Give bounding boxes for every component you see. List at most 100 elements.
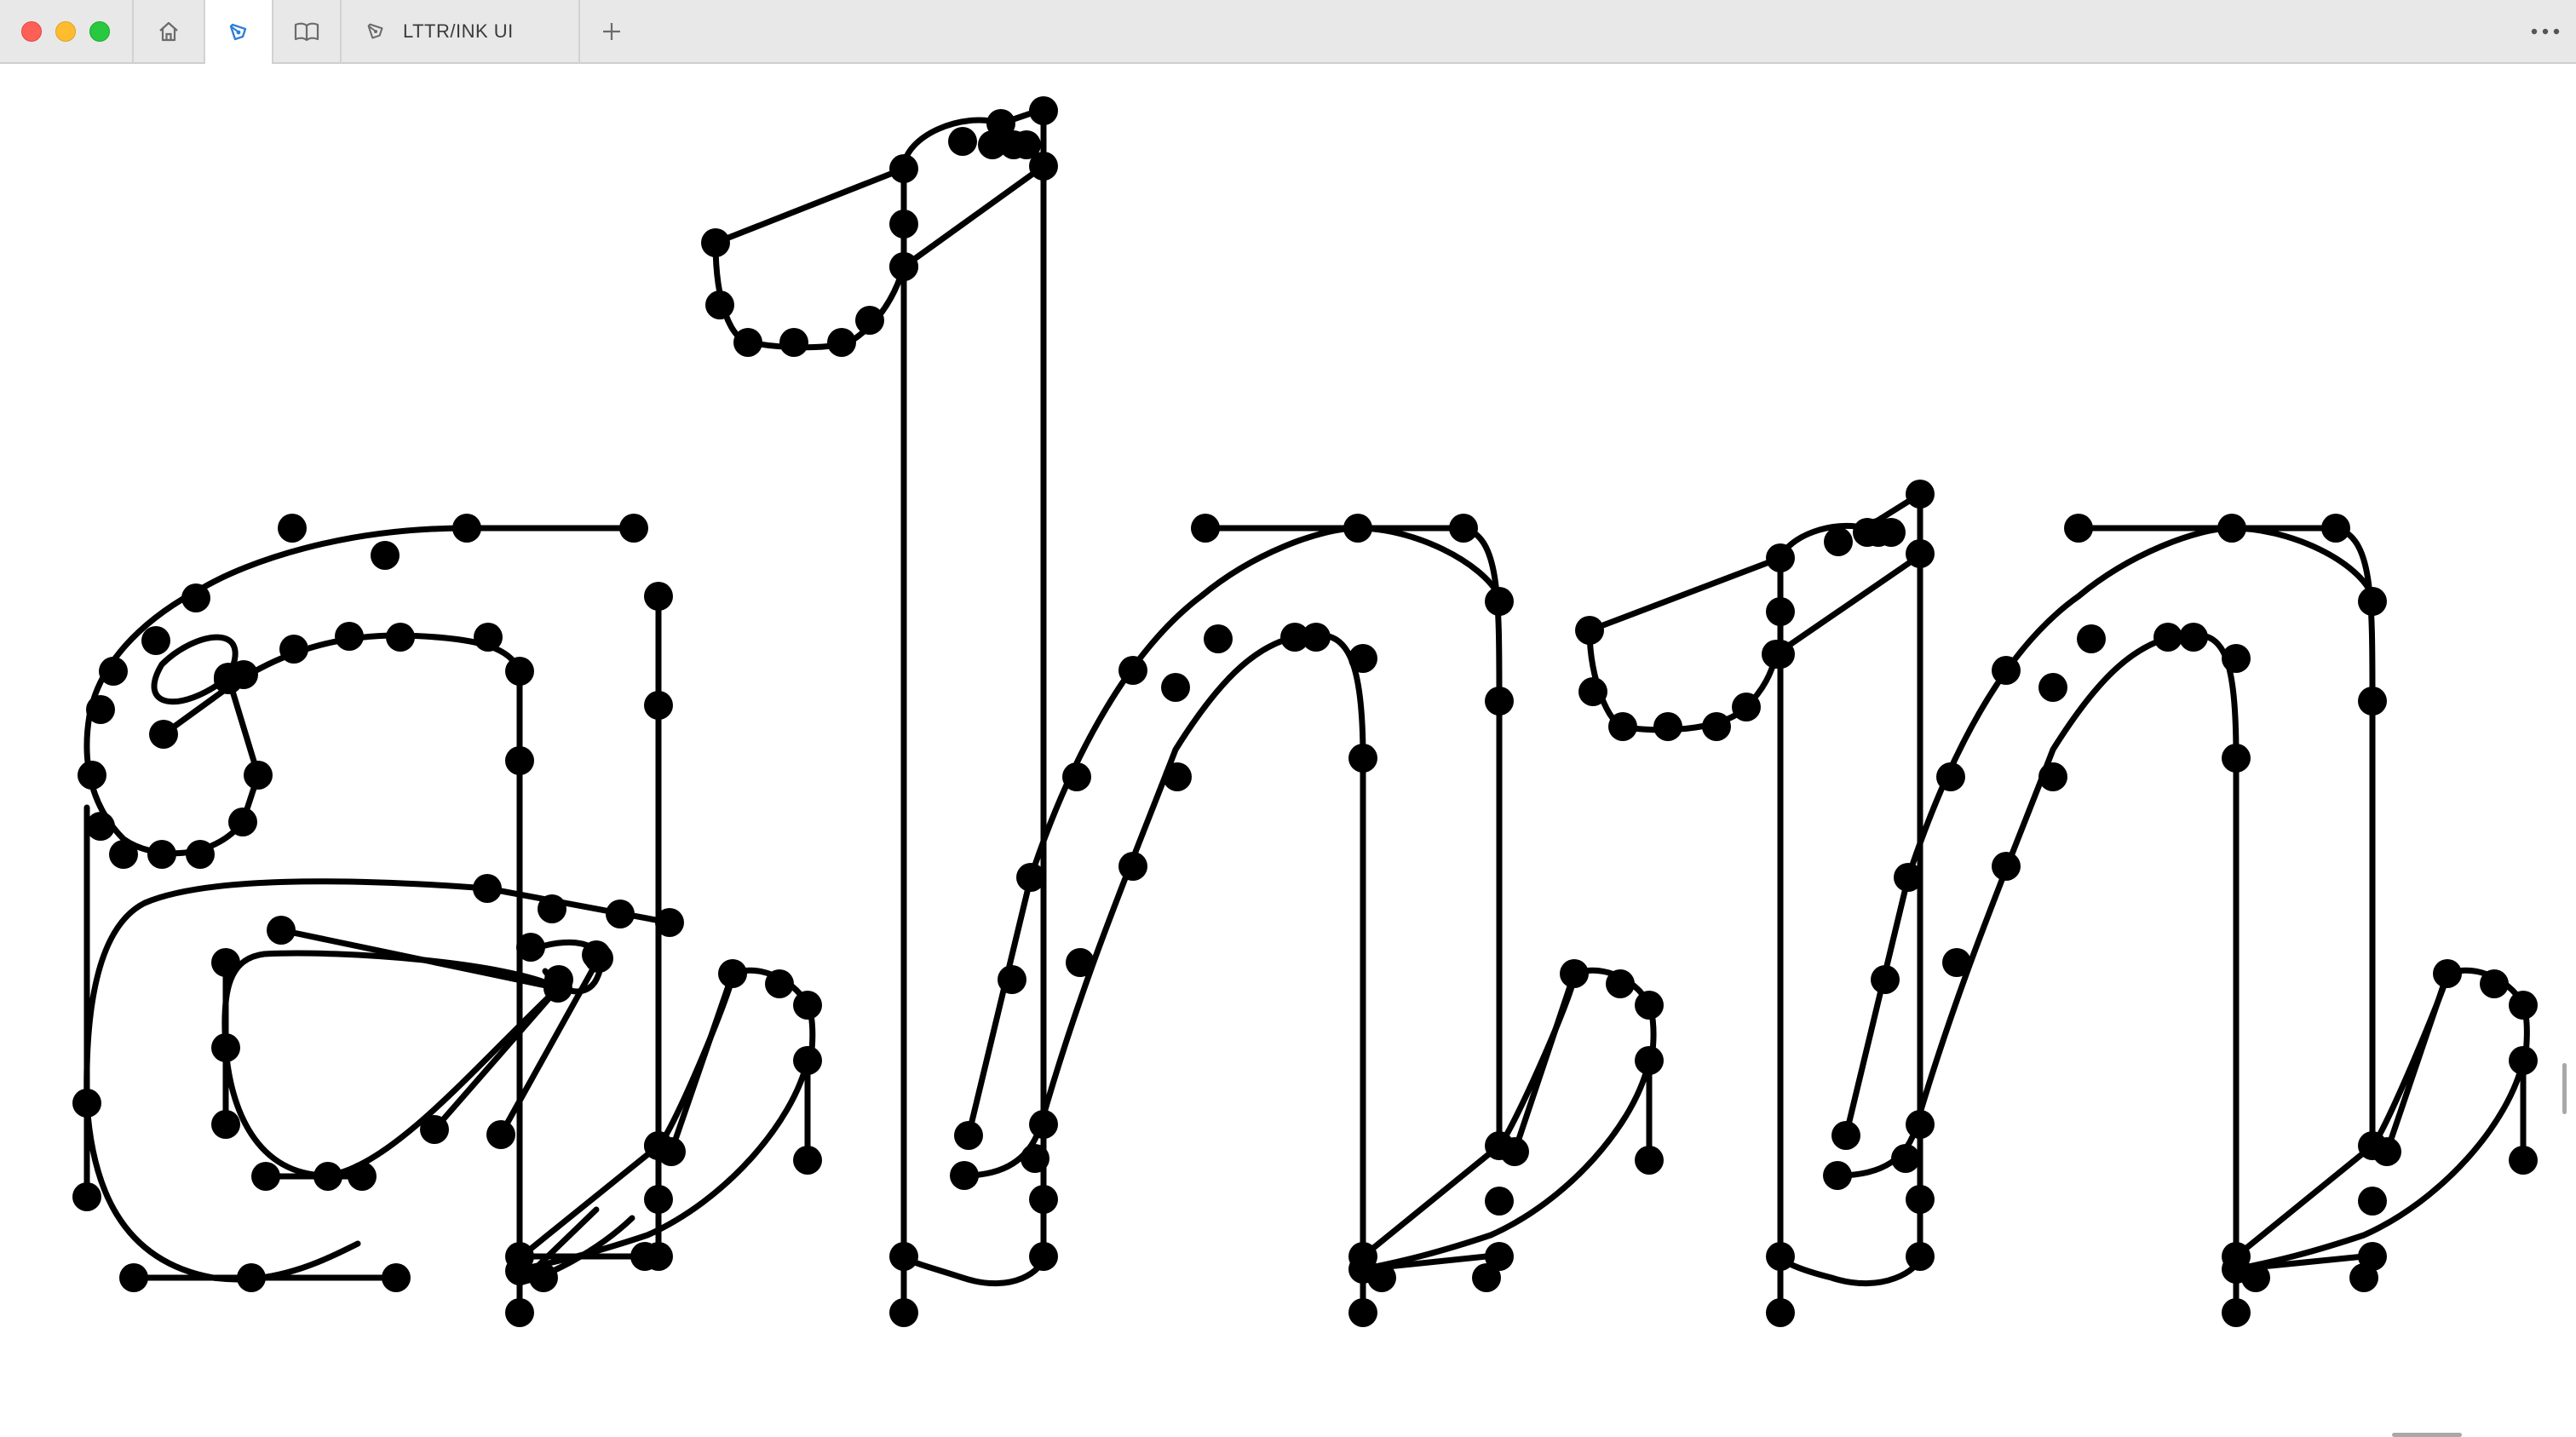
control-point[interactable]: [1877, 518, 1906, 547]
tab-document[interactable]: LTTR/INK UI: [342, 0, 578, 62]
control-point[interactable]: [655, 908, 684, 937]
glyph-editor-canvas[interactable]: [0, 64, 2576, 1437]
control-point[interactable]: [2077, 624, 2106, 653]
control-point[interactable]: [279, 635, 308, 664]
control-point[interactable]: [606, 900, 635, 928]
control-point[interactable]: [1906, 1185, 1935, 1214]
control-point[interactable]: [1992, 852, 2021, 881]
tab-home[interactable]: [134, 0, 204, 62]
control-point[interactable]: [386, 623, 415, 652]
control-point[interactable]: [486, 1120, 515, 1149]
control-point[interactable]: [1161, 673, 1190, 702]
tab-pen[interactable]: [205, 0, 272, 65]
control-point[interactable]: [1348, 744, 1377, 773]
horizontal-scrollbar[interactable]: [2392, 1433, 2462, 1437]
control-point[interactable]: [1871, 965, 1900, 994]
control-point[interactable]: [1766, 597, 1795, 626]
control-point[interactable]: [2358, 687, 2387, 716]
control-point[interactable]: [147, 840, 176, 869]
maximize-window-button[interactable]: [89, 21, 110, 42]
control-point[interactable]: [2372, 1137, 2401, 1166]
control-point[interactable]: [889, 252, 918, 281]
control-point[interactable]: [2509, 991, 2538, 1020]
minimize-window-button[interactable]: [55, 21, 76, 42]
control-point[interactable]: [1191, 514, 1220, 543]
glyph-outlines[interactable]: [0, 64, 2576, 1383]
control-point[interactable]: [1348, 644, 1377, 673]
more-options-button[interactable]: [2515, 0, 2576, 62]
control-point[interactable]: [2509, 1146, 2538, 1175]
control-point[interactable]: [2038, 673, 2067, 702]
control-point[interactable]: [1906, 1242, 1935, 1271]
control-point[interactable]: [86, 812, 115, 841]
control-point[interactable]: [1062, 762, 1091, 791]
control-point[interactable]: [1302, 623, 1331, 652]
control-point[interactable]: [251, 1162, 280, 1191]
control-point[interactable]: [237, 1263, 266, 1292]
control-point[interactable]: [1029, 1185, 1058, 1214]
control-point[interactable]: [950, 1161, 979, 1190]
control-point[interactable]: [1204, 624, 1233, 653]
control-point[interactable]: [1635, 991, 1664, 1020]
control-point[interactable]: [2349, 1263, 2378, 1292]
control-point[interactable]: [78, 761, 106, 790]
control-point[interactable]: [1766, 1298, 1795, 1327]
control-point[interactable]: [2358, 587, 2387, 616]
control-point[interactable]: [72, 1182, 101, 1211]
control-point[interactable]: [2038, 762, 2067, 791]
control-point[interactable]: [529, 1263, 558, 1292]
control-point[interactable]: [793, 991, 822, 1020]
control-point[interactable]: [1575, 616, 1604, 645]
control-point[interactable]: [452, 514, 481, 543]
tab-book[interactable]: [273, 0, 340, 62]
control-point[interactable]: [211, 1033, 240, 1062]
control-point[interactable]: [1906, 1110, 1935, 1139]
control-point[interactable]: [1702, 712, 1731, 741]
control-point[interactable]: [141, 626, 170, 655]
control-point[interactable]: [718, 959, 747, 988]
control-point[interactable]: [371, 541, 400, 570]
control-point[interactable]: [1936, 762, 1965, 791]
control-point[interactable]: [1066, 948, 1095, 977]
control-point[interactable]: [644, 1131, 673, 1160]
control-point[interactable]: [705, 290, 734, 319]
control-point[interactable]: [1606, 969, 1635, 998]
control-point[interactable]: [1635, 1146, 1664, 1175]
vertical-scrollbar[interactable]: [2562, 1063, 2567, 1114]
control-point[interactable]: [1029, 96, 1058, 125]
control-point[interactable]: [228, 808, 257, 836]
control-point[interactable]: [644, 1185, 673, 1214]
control-point[interactable]: [948, 127, 977, 156]
control-point[interactable]: [701, 228, 730, 257]
control-point[interactable]: [1766, 1242, 1795, 1271]
control-point[interactable]: [382, 1263, 411, 1292]
control-point[interactable]: [149, 720, 178, 749]
control-point[interactable]: [2222, 644, 2251, 673]
control-point[interactable]: [99, 657, 128, 686]
control-point[interactable]: [229, 660, 258, 689]
control-point[interactable]: [793, 1146, 822, 1175]
control-point[interactable]: [2179, 623, 2208, 652]
control-points[interactable]: [72, 96, 2538, 1327]
control-point[interactable]: [1118, 852, 1147, 881]
control-point[interactable]: [348, 1162, 377, 1191]
control-point[interactable]: [2480, 969, 2509, 998]
control-point[interactable]: [335, 622, 364, 651]
control-point[interactable]: [1906, 539, 1935, 568]
control-point[interactable]: [313, 1162, 342, 1191]
control-point[interactable]: [644, 582, 673, 611]
control-point[interactable]: [1608, 712, 1637, 741]
control-point[interactable]: [998, 965, 1026, 994]
control-point[interactable]: [644, 691, 673, 720]
control-point[interactable]: [1766, 543, 1795, 572]
control-point[interactable]: [516, 933, 545, 962]
control-point[interactable]: [1485, 687, 1514, 716]
control-point[interactable]: [2509, 1046, 2538, 1075]
control-point[interactable]: [1635, 1046, 1664, 1075]
control-point[interactable]: [505, 1298, 534, 1327]
control-point[interactable]: [584, 944, 613, 973]
control-point[interactable]: [765, 969, 794, 998]
control-point[interactable]: [181, 583, 210, 612]
control-point[interactable]: [630, 1242, 659, 1271]
control-point[interactable]: [619, 514, 648, 543]
